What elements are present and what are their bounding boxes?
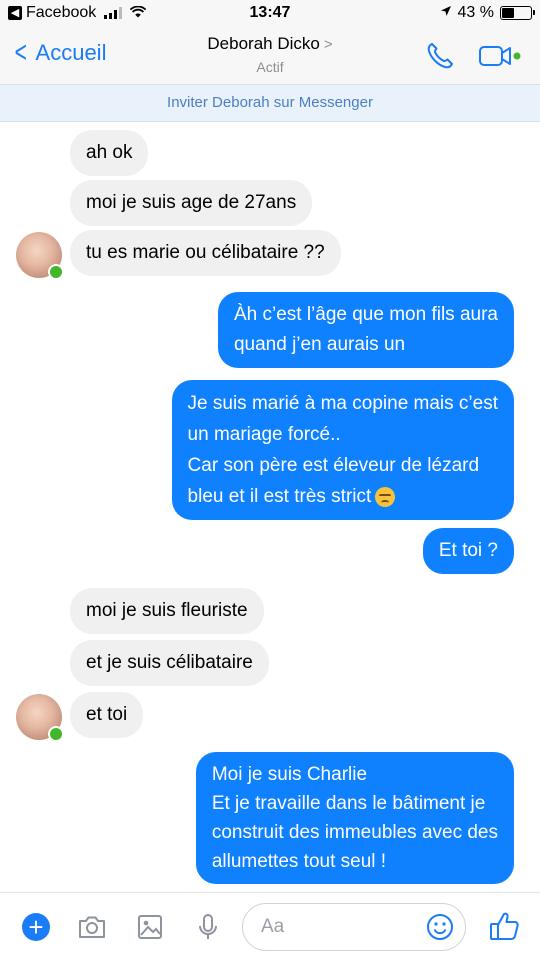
status-right: 43 % [440, 4, 535, 22]
image-icon [138, 915, 162, 939]
video-camera-icon [479, 46, 521, 66]
message-input[interactable]: Aa [242, 903, 466, 951]
message-incoming[interactable]: ah ok [70, 130, 149, 176]
message-text: ah ok [86, 142, 133, 163]
message-incoming[interactable]: et toi [70, 692, 144, 738]
message-outgoing[interactable]: Et toi ? [422, 528, 514, 574]
message-line: construit des immeubles avec des [211, 822, 498, 843]
battery-percent: 43 % [457, 4, 494, 21]
message-outgoing[interactable]: Je suis marié à ma copine mais c’est un … [171, 380, 514, 520]
contact-name: Deborah Dicko [207, 34, 320, 53]
like-button[interactable] [488, 909, 522, 943]
message-line: quand j’en aurais un [233, 334, 406, 355]
message-input-placeholder: Aa [261, 916, 285, 937]
composer-bar: + Aa [0, 892, 540, 960]
message-text: moi je suis age de 27ans [86, 192, 297, 213]
message-line: Car son père est éleveur de lézard [187, 455, 480, 476]
message-line: un mariage forcé.. [187, 424, 341, 445]
message-incoming[interactable]: et je suis célibataire [70, 640, 269, 686]
message-line: Àh c’est l’âge que mon fils aura [233, 304, 498, 325]
message-text: et je suis célibataire [86, 652, 253, 673]
chevron-right-icon: > [323, 36, 333, 53]
disappointed-face-emoji [375, 486, 396, 507]
microphone-icon [199, 914, 217, 939]
message-outgoing[interactable]: Moi je suis Charlie Et je travaille dans… [195, 752, 514, 884]
message-line: allumettes tout seul ! [211, 851, 387, 872]
message-outgoing[interactable]: Àh c’est l’âge que mon fils aura quand j… [217, 292, 514, 368]
contact-status: Actif [256, 59, 284, 75]
online-indicator [48, 726, 64, 742]
conversation-header: < Accueil Deborah Dicko > Actif [0, 28, 540, 84]
message-line: Je suis marié à ma copine mais c’est [187, 393, 498, 414]
thumbs-up-icon [490, 912, 519, 940]
message-incoming[interactable]: moi je suis fleuriste [70, 588, 264, 634]
invite-banner[interactable]: Inviter Deborah sur Messenger [0, 84, 540, 122]
status-bar: ◀ Facebook 13:47 43 % [0, 0, 540, 28]
contact-title[interactable]: Deborah Dicko > Actif [0, 34, 540, 75]
message-text: moi je suis fleuriste [86, 600, 248, 621]
online-indicator [48, 264, 64, 280]
contact-avatar[interactable] [16, 694, 64, 742]
message-text: tu es marie ou célibataire ?? [86, 242, 325, 263]
phone-icon [427, 43, 453, 69]
battery-level [502, 8, 515, 18]
contact-avatar[interactable] [16, 232, 64, 280]
battery-icon [500, 6, 535, 20]
smile-icon [427, 914, 453, 940]
message-line: Et je travaille dans le bâtiment je [211, 793, 486, 814]
message-incoming[interactable]: moi je suis age de 27ans [70, 180, 313, 226]
message-line: Moi je suis Charlie [211, 764, 368, 785]
gallery-button[interactable] [134, 911, 166, 943]
emoji-button[interactable] [425, 912, 455, 942]
video-call-button[interactable] [478, 42, 522, 70]
message-text: et toi [86, 704, 128, 725]
microphone-button[interactable] [192, 911, 224, 943]
camera-icon [79, 916, 105, 938]
message-text: Et toi ? [438, 540, 498, 561]
message-line: bleu et il est très strict [187, 486, 372, 507]
plus-icon[interactable]: + [22, 913, 50, 941]
camera-button[interactable] [76, 911, 108, 943]
call-button[interactable] [424, 40, 456, 72]
location-arrow-icon [440, 4, 452, 22]
message-incoming[interactable]: tu es marie ou célibataire ?? [70, 230, 341, 276]
